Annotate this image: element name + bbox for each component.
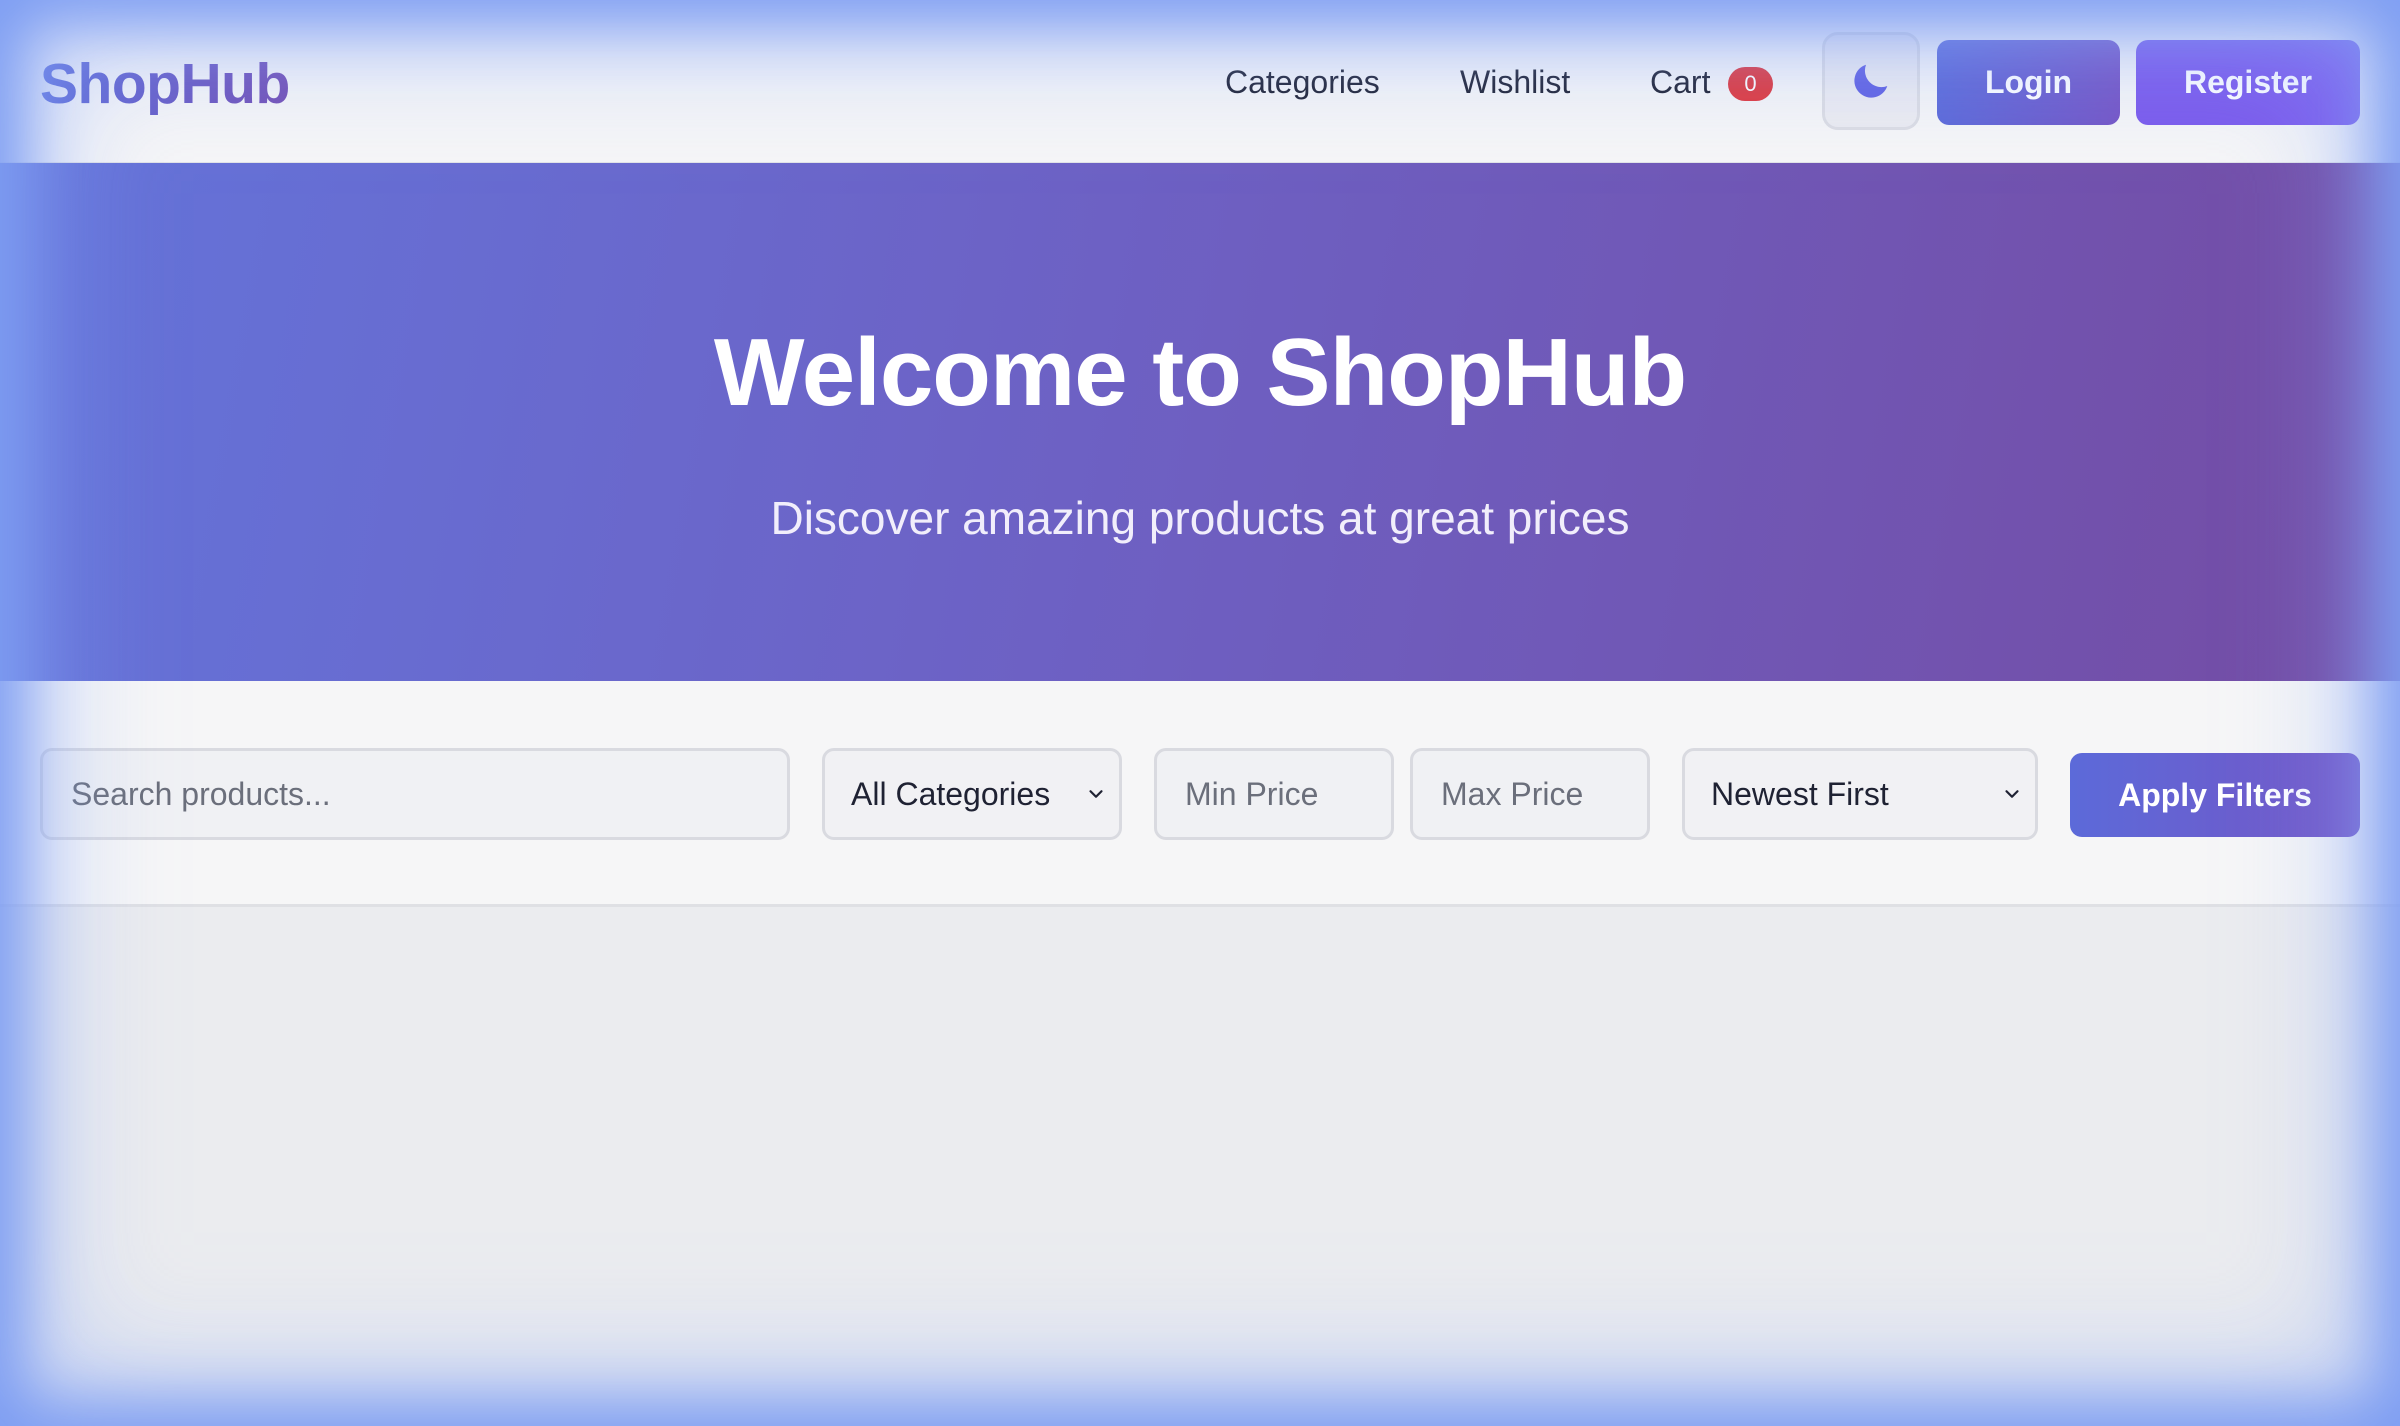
chevron-down-icon [1085, 783, 1107, 805]
top-navbar: ShopHub Categories Wishlist Cart 0 Login… [0, 0, 2400, 163]
max-price-input[interactable] [1439, 774, 1621, 814]
login-button[interactable]: Login [1937, 40, 2120, 125]
nav-categories-link[interactable]: Categories [1225, 60, 1380, 104]
apply-filters-button[interactable]: Apply Filters [2070, 753, 2360, 837]
sort-select-value: Newest First [1711, 775, 1889, 812]
search-input[interactable] [69, 774, 761, 814]
category-select[interactable]: All Categories [822, 748, 1122, 840]
min-price-input[interactable] [1183, 774, 1365, 814]
sort-select[interactable]: Newest First [1682, 748, 2038, 840]
theme-toggle-button[interactable] [1822, 32, 1920, 130]
min-price-field[interactable] [1154, 748, 1394, 840]
filter-bar: All Categories Newest First [0, 681, 2400, 907]
chevron-down-icon [2001, 783, 2023, 805]
hero-subtitle: Discover amazing products at great price… [770, 492, 1630, 544]
moon-icon [1854, 64, 1888, 98]
hero-banner: Welcome to ShopHub Discover amazing prod… [0, 163, 2400, 681]
product-grid-area [0, 907, 2400, 1426]
cart-count-badge: 0 [1728, 67, 1773, 101]
hero-title: Welcome to ShopHub [713, 319, 1687, 426]
nav-wishlist-link[interactable]: Wishlist [1460, 60, 1570, 104]
max-price-field[interactable] [1410, 748, 1650, 840]
shophub-logo[interactable]: ShopHub [40, 48, 290, 120]
search-field[interactable] [40, 748, 790, 840]
nav-cart-link[interactable]: Cart [1650, 60, 1710, 104]
category-select-value: All Categories [851, 775, 1051, 812]
register-button[interactable]: Register [2136, 40, 2360, 125]
